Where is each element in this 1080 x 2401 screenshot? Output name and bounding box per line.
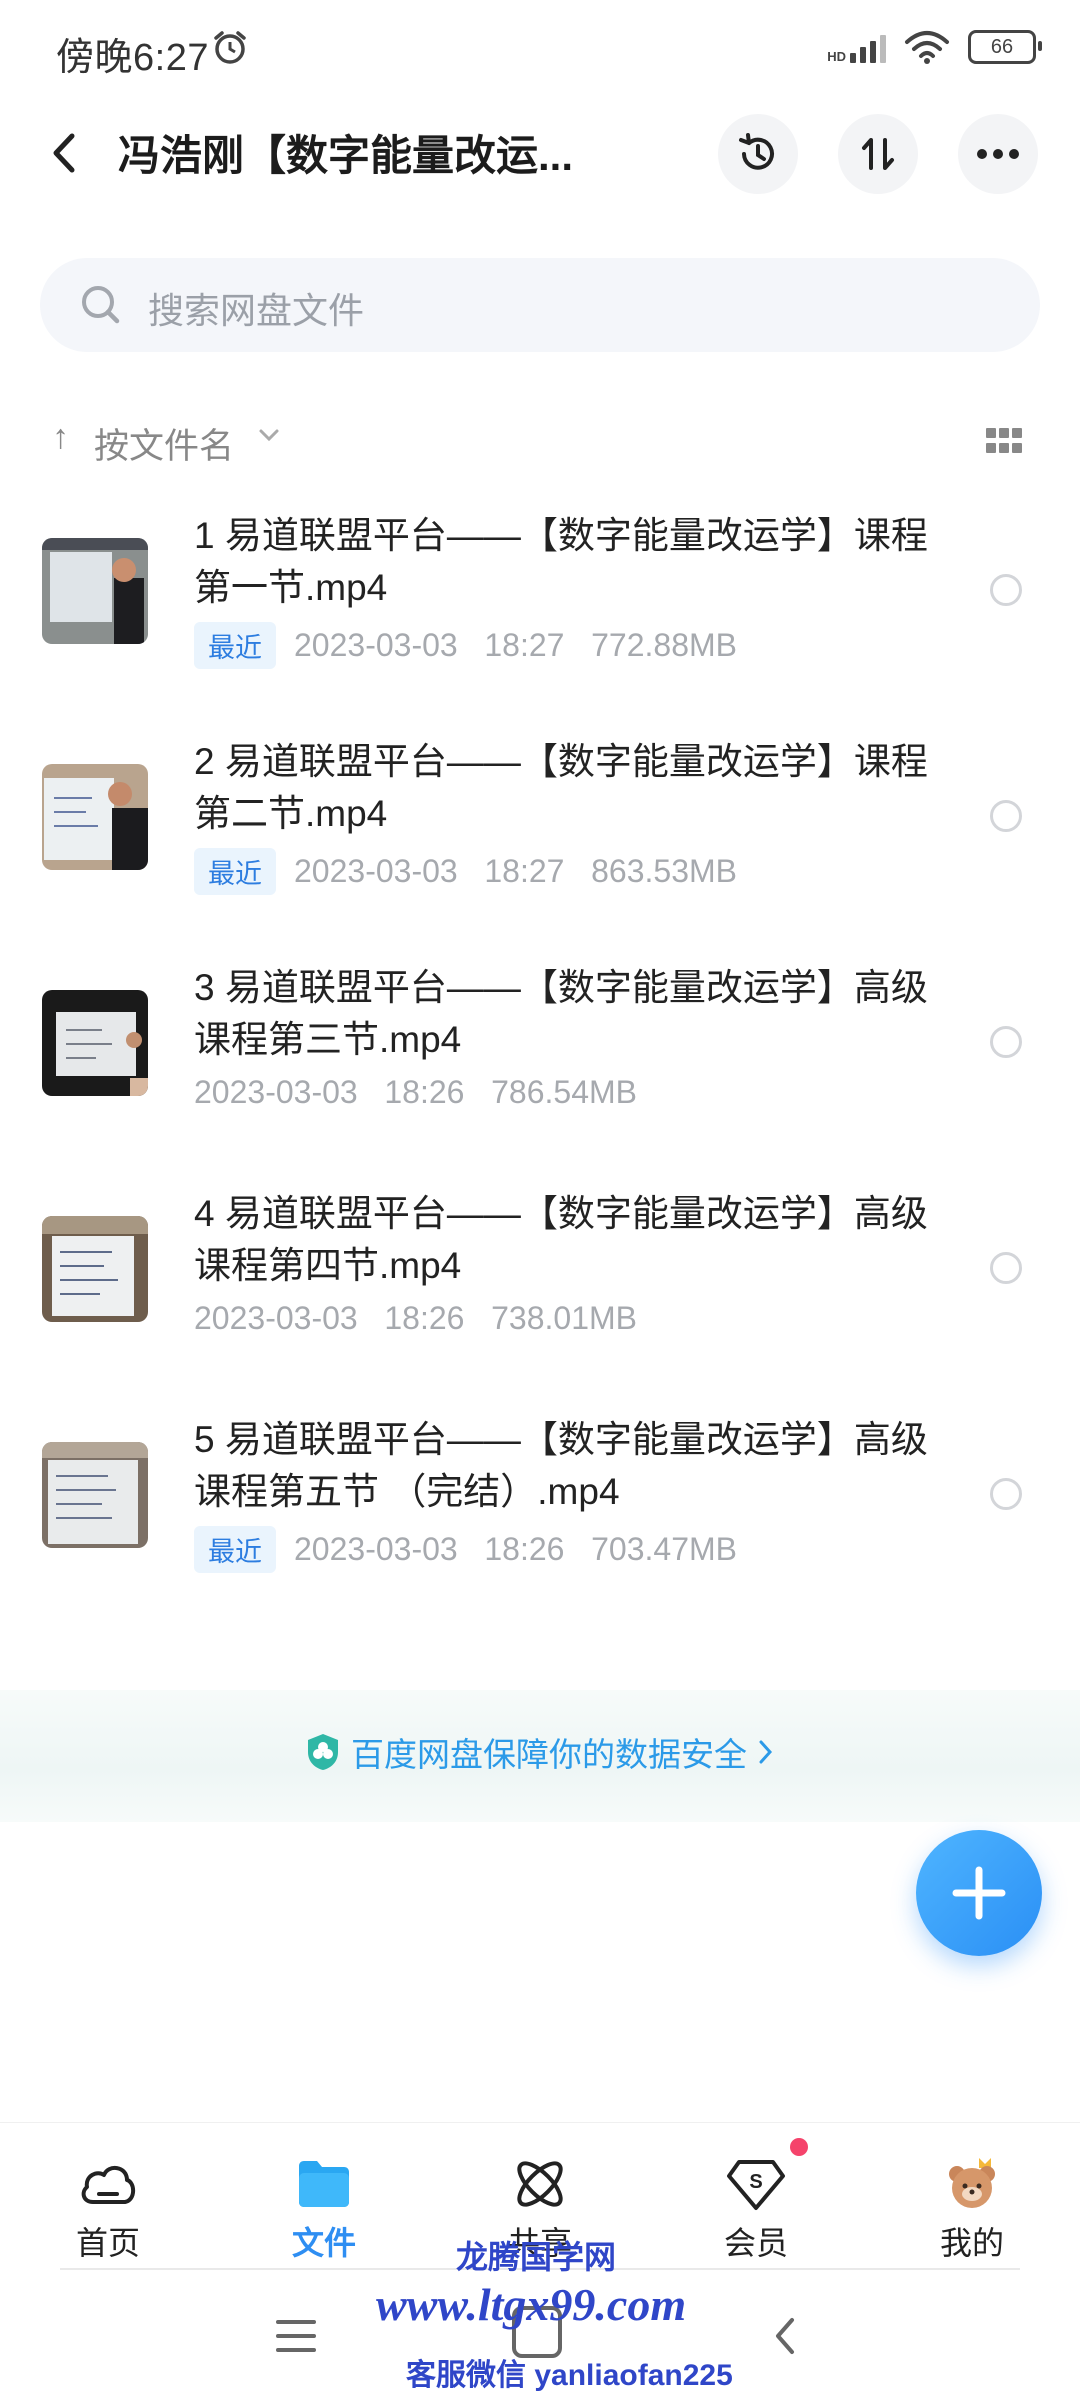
status-time: 傍晚6:27 (56, 37, 209, 79)
search-placeholder: 搜索网盘文件 (148, 290, 365, 331)
video-thumbnail (42, 538, 148, 644)
file-time: 18:26 (384, 1074, 465, 1110)
signal-icon (850, 31, 886, 63)
vip-diamond-icon: S (727, 2160, 785, 2210)
select-radio[interactable] (990, 574, 1022, 606)
watermark-url: www.ltgx99.com (376, 2279, 687, 2330)
system-menu-icon[interactable] (276, 2318, 316, 2354)
file-time: 18:26 (384, 1300, 465, 1336)
hd-label: HD (827, 49, 846, 64)
file-meta: 2023-03-03 18:26 738.01MB (194, 1300, 637, 1337)
select-radio[interactable] (990, 1252, 1022, 1284)
tab-files[interactable]: 文件 (254, 2156, 394, 2264)
notification-dot (790, 2138, 808, 2156)
file-name: 4 易道联盟平台——【数字能量改运学】高级课程第四节.mp4 (194, 1193, 928, 1286)
video-thumbnail (42, 1442, 148, 1548)
file-date: 2023-03-03 (294, 627, 458, 663)
file-size: 703.47MB (591, 1531, 737, 1567)
chevron-down-icon[interactable] (258, 428, 280, 442)
status-indicators: HD 66 (827, 30, 1042, 64)
back-icon[interactable] (46, 130, 86, 176)
history-button[interactable] (718, 114, 798, 194)
list-item[interactable]: 5 易道联盟平台——【数字能量改运学】高级课程第五节 （完结）.mp4 最近 2… (0, 1402, 1080, 1628)
safety-link[interactable]: 百度网盘保障你的数据安全 (0, 1728, 1080, 1776)
list-item[interactable]: 2 易道联盟平台——【数字能量改运学】课程第二节.mp4 最近 2023-03-… (0, 724, 1080, 950)
file-date: 2023-03-03 (294, 853, 458, 889)
file-time: 18:27 (484, 627, 565, 663)
tab-vip[interactable]: S 会员 (686, 2156, 826, 2264)
file-size: 786.54MB (491, 1074, 637, 1110)
sort-direction-icon[interactable]: ↑ (52, 418, 69, 457)
tab-label: 会员 (723, 2225, 788, 2261)
safety-text: 百度网盘保障你的数据安全 (351, 1736, 747, 1773)
bear-avatar-icon (949, 2158, 995, 2208)
tab-label: 文件 (291, 2225, 356, 2261)
file-date: 2023-03-03 (194, 1300, 358, 1336)
recent-badge: 最近 (194, 622, 276, 669)
file-time: 18:27 (484, 853, 565, 889)
search-icon (82, 286, 120, 324)
shield-icon (308, 1734, 338, 1770)
history-icon (739, 133, 774, 170)
more-button[interactable] (958, 114, 1038, 194)
svg-text:S: S (749, 2171, 762, 2193)
video-thumbnail (42, 990, 148, 1096)
tab-label: 我的 (939, 2225, 1004, 2261)
file-date: 2023-03-03 (294, 1531, 458, 1567)
cloud-icon (81, 2166, 136, 2204)
file-size: 772.88MB (591, 627, 737, 663)
file-name: 1 易道联盟平台——【数字能量改运学】课程第一节.mp4 (194, 515, 928, 608)
file-name: 3 易道联盟平台——【数字能量改运学】高级课程第三节.mp4 (194, 967, 928, 1060)
file-size: 738.01MB (491, 1300, 637, 1336)
tab-profile[interactable]: 我的 (902, 2156, 1042, 2264)
select-radio[interactable] (990, 1026, 1022, 1058)
page-title: 冯浩刚【数字能量改运... (118, 132, 574, 179)
system-back-icon[interactable] (772, 2316, 798, 2356)
add-button[interactable] (916, 1830, 1042, 1956)
list-item[interactable]: 4 易道联盟平台——【数字能量改运学】高级课程第四节.mp4 2023-03-0… (0, 1176, 1080, 1402)
file-name: 5 易道联盟平台——【数字能量改运学】高级课程第五节 （完结）.mp4 (194, 1419, 928, 1512)
list-item[interactable]: 1 易道联盟平台——【数字能量改运学】课程第一节.mp4 最近 2023-03-… (0, 498, 1080, 724)
watermark-title: 龙腾国学网 (456, 2239, 617, 2275)
wifi-icon (905, 31, 949, 64)
battery-icon: 66 (968, 30, 1042, 64)
file-meta: 最近 2023-03-03 18:27 772.88MB (194, 622, 737, 669)
recent-badge: 最近 (194, 1526, 276, 1573)
alarm-icon (214, 31, 246, 64)
select-radio[interactable] (990, 800, 1022, 832)
file-size: 863.53MB (591, 853, 737, 889)
sort-toggle-button[interactable] (838, 114, 918, 194)
atom-icon (517, 2161, 563, 2207)
file-meta: 最近 2023-03-03 18:26 703.47MB (194, 1526, 737, 1573)
file-meta: 最近 2023-03-03 18:27 863.53MB (194, 848, 737, 895)
file-meta: 2023-03-03 18:26 786.54MB (194, 1074, 637, 1111)
select-radio[interactable] (990, 1478, 1022, 1510)
folder-icon (299, 2161, 349, 2207)
video-thumbnail (42, 764, 148, 870)
grid-view-icon[interactable] (986, 428, 1022, 454)
recent-badge: 最近 (194, 848, 276, 895)
swap-sort-icon (862, 138, 894, 170)
tab-home[interactable]: 首页 (38, 2156, 178, 2264)
tab-label: 首页 (75, 2225, 140, 2261)
list-item[interactable]: 3 易道联盟平台——【数字能量改运学】高级课程第三节.mp4 2023-03-0… (0, 950, 1080, 1176)
chevron-right-icon (759, 1740, 773, 1764)
more-dots-icon (977, 149, 1019, 159)
battery-level: 66 (990, 35, 1014, 58)
sort-label[interactable]: 按文件名 (94, 418, 234, 469)
video-thumbnail (42, 1216, 148, 1322)
watermark-contact: 客服微信 yanliaofan225 (406, 2359, 733, 2392)
file-time: 18:26 (484, 1531, 565, 1567)
file-name: 2 易道联盟平台——【数字能量改运学】课程第二节.mp4 (194, 741, 928, 834)
plus-icon (952, 1866, 1006, 1920)
file-date: 2023-03-03 (194, 1074, 358, 1110)
